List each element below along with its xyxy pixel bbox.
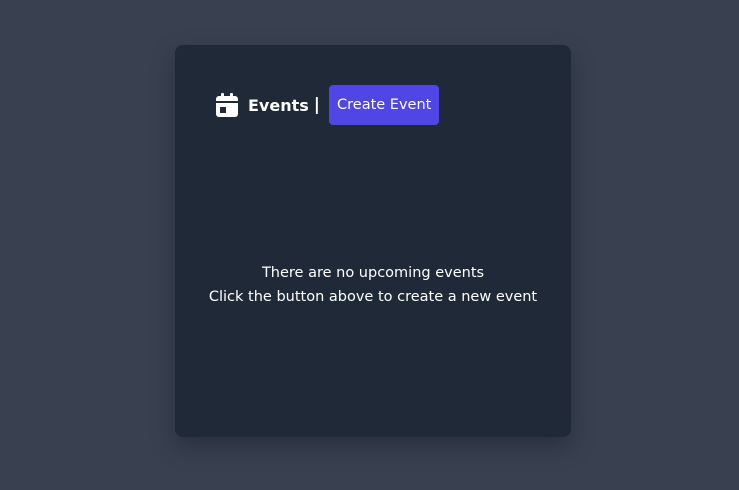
create-event-button[interactable]: Create Event — [329, 85, 440, 125]
empty-state-hint: Click the button above to create a new e… — [208, 289, 538, 305]
page-title: Events — [248, 95, 309, 115]
empty-state: There are no upcoming events Click the b… — [175, 261, 571, 309]
calendar-icon — [215, 93, 239, 117]
title-separator: | — [313, 95, 320, 115]
events-card: Events | Create Event There are no upcom… — [175, 45, 571, 437]
events-header: Events | Create Event — [215, 85, 440, 125]
empty-state-message: There are no upcoming events — [261, 265, 485, 281]
page: Events | Create Event There are no upcom… — [0, 0, 739, 490]
